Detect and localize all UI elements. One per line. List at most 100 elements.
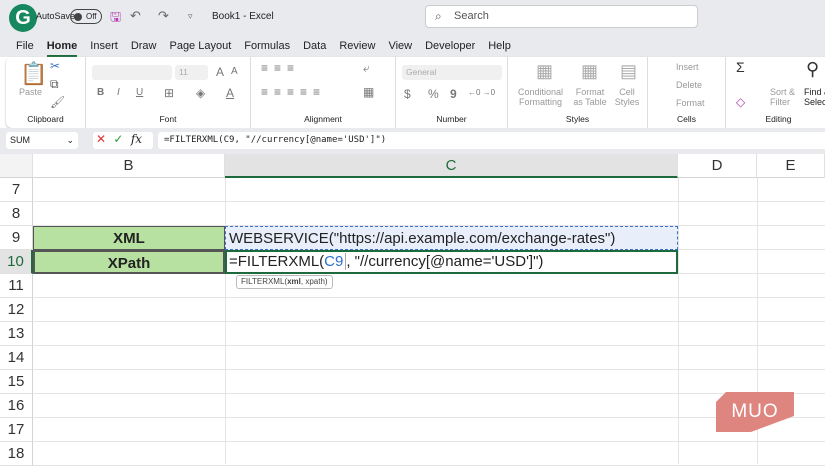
column-divider xyxy=(225,178,226,464)
font-size-dropdown[interactable]: 11 xyxy=(175,65,208,80)
format-table-icon: ▦ xyxy=(581,61,599,81)
number-format-dropdown[interactable]: General xyxy=(402,65,502,80)
column-header-d[interactable]: D xyxy=(678,154,757,178)
tab-review[interactable]: Review xyxy=(339,33,381,57)
tab-page-layout[interactable]: Page Layout xyxy=(169,33,237,57)
vertical-align-icons[interactable]: ≡≡≡ xyxy=(261,61,300,75)
alignment-label: Alignment xyxy=(304,114,342,124)
cell-styles-icon: ▤ xyxy=(620,61,638,81)
formula-input[interactable]: =FILTERXML(C9, "//currency[@name='USD']"… xyxy=(158,132,825,149)
row-header-14[interactable]: 14 xyxy=(0,346,33,370)
tab-help[interactable]: Help xyxy=(488,33,517,57)
fill-color-icon[interactable]: ◈ xyxy=(196,86,205,100)
search-box[interactable]: ⌕ Search xyxy=(425,5,698,28)
format-as-table-button[interactable]: Format as Table xyxy=(570,87,610,107)
tab-developer[interactable]: Developer xyxy=(425,33,481,57)
font-color-icon[interactable]: A xyxy=(226,86,234,100)
row-header-10[interactable]: 10 xyxy=(0,250,33,274)
chevron-down-icon[interactable]: ⌄ xyxy=(66,135,74,146)
styles-label: Styles xyxy=(565,114,590,124)
cell-c10[interactable]: =FILTERXML(C9, "//currency[@name='USD']"… xyxy=(225,250,678,274)
row-divider xyxy=(33,321,825,322)
find-select-button[interactable]: Find & Select xyxy=(804,87,825,107)
row-header-7[interactable]: 7 xyxy=(0,178,33,202)
decimal-icons[interactable]: ←0 →0 xyxy=(468,88,495,97)
save-icon[interactable]: 🖫 xyxy=(110,8,121,30)
sort-filter-button[interactable]: Sort & Filter xyxy=(770,87,800,107)
cancel-icon[interactable]: ✕ xyxy=(96,132,106,146)
row-header-9[interactable]: 9 xyxy=(0,226,33,250)
row-header-12[interactable]: 12 xyxy=(0,298,33,322)
insert-cells-button[interactable]: Insert xyxy=(676,62,699,72)
tooltip-arg-xpath[interactable]: , xpath) xyxy=(301,277,328,286)
autosum-button[interactable]: Σ xyxy=(736,59,745,75)
editing-label: Editing xyxy=(765,114,792,124)
wrap-text-icon[interactable]: ⤶ xyxy=(363,61,370,76)
tab-insert[interactable]: Insert xyxy=(90,33,124,57)
tab-file[interactable]: File xyxy=(16,33,40,57)
cut-icon[interactable]: ✂ xyxy=(50,59,60,73)
row-divider xyxy=(33,201,825,202)
search-icon: ⌕ xyxy=(435,9,442,23)
formula-buttons: ✕ ✓ fx xyxy=(93,132,153,149)
format-painter-icon[interactable]: 🖌 xyxy=(50,95,65,109)
tab-home[interactable]: Home xyxy=(46,33,84,57)
ribbon-tabs: File Home Insert Draw Page Layout Formul… xyxy=(0,33,825,57)
column-header-c[interactable]: C xyxy=(225,154,678,178)
row-divider xyxy=(33,441,825,442)
insert-function-icon[interactable]: fx xyxy=(131,132,142,146)
cell-styles-button[interactable]: Cell Styles xyxy=(612,87,642,107)
clear-icon[interactable]: ◇ xyxy=(736,95,745,109)
row-header-11[interactable]: 11 xyxy=(0,274,33,298)
row-divider xyxy=(33,345,825,346)
grammarly-logo: G xyxy=(9,4,37,32)
cell-b9[interactable]: XML xyxy=(33,226,225,250)
worksheet-grid: B C D E 7 8 9 10 11 12 13 14 15 16 17 18 XML XPath … xyxy=(0,154,825,466)
name-box-value: SUM xyxy=(10,135,30,145)
merge-icon[interactable]: ▦ xyxy=(363,85,374,99)
shrink-font-icon[interactable]: A xyxy=(231,66,238,77)
row-header-15[interactable]: 15 xyxy=(0,370,33,394)
cell-c9[interactable]: WEBSERVICE("https://api.example.com/exch… xyxy=(225,226,678,250)
format-cells-button[interactable]: Format xyxy=(676,98,705,108)
redo-icon[interactable]: ↷ xyxy=(158,8,169,24)
row-header-16[interactable]: 16 xyxy=(0,394,33,418)
row-divider xyxy=(33,297,825,298)
italic-button[interactable]: I xyxy=(117,87,120,98)
paste-button[interactable]: Paste xyxy=(19,87,42,97)
row-header-8[interactable]: 8 xyxy=(0,202,33,226)
comma-button[interactable]: 9 xyxy=(450,87,457,101)
undo-icon[interactable]: ↶ xyxy=(130,8,141,24)
cell-b10[interactable]: XPath xyxy=(33,250,225,274)
customize-qat-icon[interactable]: ▿ xyxy=(188,11,193,22)
conditional-formatting-icon: ▦ xyxy=(536,61,554,81)
column-header-e[interactable]: E xyxy=(757,154,825,178)
row-header-17[interactable]: 17 xyxy=(0,418,33,442)
tab-draw[interactable]: Draw xyxy=(131,33,163,57)
column-header-b[interactable]: B xyxy=(33,154,225,178)
grow-font-icon[interactable]: A xyxy=(216,65,224,79)
borders-icon[interactable]: ⊞ xyxy=(164,86,174,100)
enter-icon[interactable]: ✓ xyxy=(113,132,123,146)
autosave-toggle[interactable]: Off xyxy=(70,9,102,24)
ribbon: 📋 Paste ✂ ⧉ 🖌 Clipboard 11 A A B I U ⊞ ◈… xyxy=(6,57,825,128)
conditional-formatting-button[interactable]: Conditional Formatting xyxy=(518,87,563,107)
row-header-18[interactable]: 18 xyxy=(0,442,33,466)
currency-button[interactable]: $ xyxy=(404,87,411,101)
percent-button[interactable]: % xyxy=(428,87,439,101)
find-icon: ⚲ xyxy=(806,59,820,79)
delete-cells-button[interactable]: Delete xyxy=(676,80,702,90)
underline-button[interactable]: U xyxy=(136,87,143,98)
select-all-button[interactable] xyxy=(0,154,33,178)
bold-button[interactable]: B xyxy=(97,87,104,98)
paste-icon[interactable]: 📋 xyxy=(20,61,47,87)
name-box[interactable]: SUM ⌄ xyxy=(6,132,78,149)
copy-icon[interactable]: ⧉ xyxy=(50,77,59,92)
tab-data[interactable]: Data xyxy=(303,33,332,57)
tooltip-arg-xml[interactable]: xml xyxy=(287,277,301,286)
horizontal-align-icons[interactable]: ≡≡≡≡≡ xyxy=(261,85,326,99)
tab-view[interactable]: View xyxy=(388,33,418,57)
tab-formulas[interactable]: Formulas xyxy=(244,33,296,57)
font-name-dropdown[interactable] xyxy=(92,65,172,80)
row-header-13[interactable]: 13 xyxy=(0,322,33,346)
